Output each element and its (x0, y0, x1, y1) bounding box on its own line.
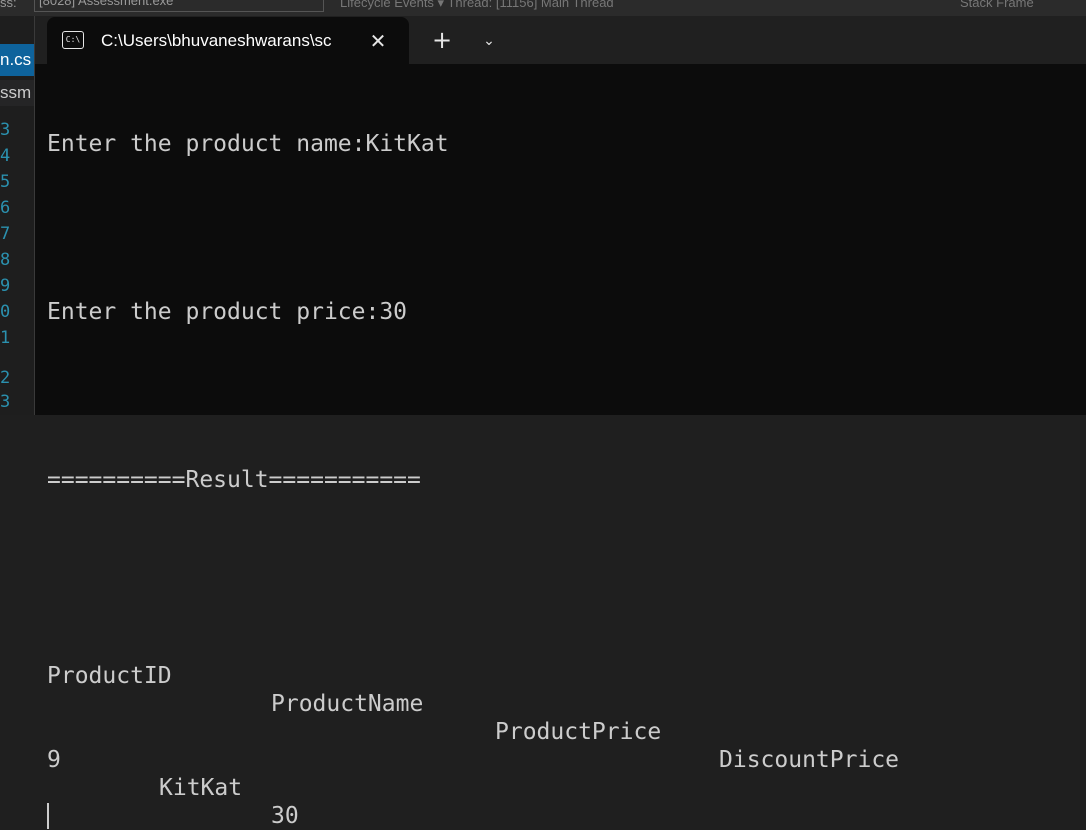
table-row: 9 KitKat 30 3 (47, 718, 1077, 829)
line-number: 6 (0, 198, 11, 218)
line-number: 3 (0, 120, 11, 140)
terminal-output[interactable]: Enter the product name:KitKat Enter the … (47, 74, 1077, 829)
close-icon[interactable]: ✕ (365, 28, 391, 54)
result-banner-line: ==========Result=========== (47, 467, 421, 493)
line-number: 0 (0, 302, 11, 322)
line-number: 3 (0, 392, 11, 412)
table-header-cell: ProductName (271, 691, 424, 717)
ide-editor-edge: n.cs ssm 3 4 5 6 7 8 9 0 1 2 3 (0, 16, 34, 415)
ide-project-label[interactable]: ssm (0, 80, 34, 106)
terminal-icon: C:\ (62, 31, 84, 49)
line-number: 8 (0, 250, 11, 270)
terminal-tab[interactable]: C:\ C:\Users\bhuvaneshwarans\sc ✕ (47, 17, 409, 64)
ide-process-dropdown[interactable]: [8028] Assessment.exe (34, 0, 324, 12)
ide-lifecycle-events[interactable]: Lifecycle Events ▾ Thread: [11156] Main … (340, 0, 614, 9)
table-header-cell: ProductID (47, 663, 172, 689)
ide-process-label: ss: (0, 0, 17, 10)
line-number: 4 (0, 146, 11, 166)
table-header-row: ProductID ProductName ProductPrice Disco… (47, 634, 1077, 773)
line-number: 9 (0, 276, 11, 296)
line-number: 1 (0, 328, 11, 348)
line-number: 5 (0, 172, 11, 192)
name-prompt-line: Enter the product name:KitKat (47, 131, 449, 157)
tab-title: C:\Users\bhuvaneshwarans\sc (101, 31, 332, 50)
new-tab-button[interactable]: + (427, 26, 457, 56)
table-cell: 9 (47, 747, 61, 773)
ide-file-tab[interactable]: n.cs (0, 44, 34, 76)
price-prompt-line: Enter the product price:30 (47, 299, 408, 325)
cursor-line (47, 802, 1077, 830)
table-header-cell: DiscountPrice (719, 747, 900, 773)
table-cell: 30 (271, 803, 299, 829)
ide-toolbar-strip: ss: [8028] Assessment.exe Lifecycle Even… (0, 0, 1086, 16)
line-number: 2 (0, 368, 11, 388)
terminal-window: C:\ C:\Users\bhuvaneshwarans\sc ✕ + ⌄ En… (34, 16, 1086, 829)
chevron-down-icon[interactable]: ⌄ (475, 26, 503, 56)
ide-stack-frame[interactable]: Stack Frame (960, 0, 1034, 9)
line-number: 7 (0, 224, 11, 244)
table-cell: KitKat (159, 775, 243, 801)
terminal-tab-bar: C:\ C:\Users\bhuvaneshwarans\sc ✕ + ⌄ (35, 16, 1086, 64)
